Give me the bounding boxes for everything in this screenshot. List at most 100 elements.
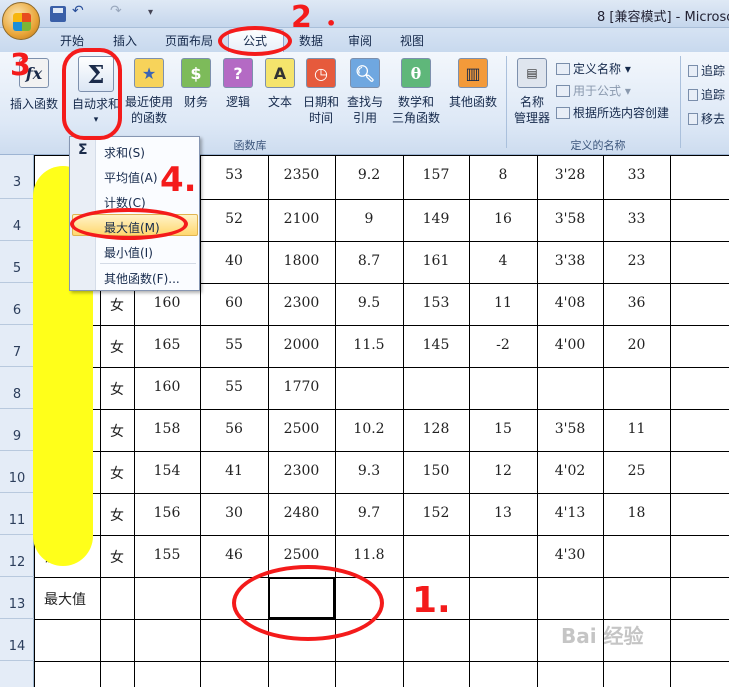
table-cell[interactable]: 20 bbox=[603, 337, 670, 353]
save-icon[interactable] bbox=[50, 6, 66, 22]
menu-item-more-functions[interactable]: 其他函数(F)... bbox=[104, 270, 180, 287]
row-header[interactable]: 4 bbox=[0, 199, 34, 241]
tab-view[interactable]: 视图 bbox=[400, 32, 424, 49]
table-cell[interactable]: 女 bbox=[100, 547, 134, 567]
row-header[interactable]: 13 bbox=[0, 577, 34, 619]
table-cell[interactable]: 10.2 bbox=[335, 421, 403, 437]
table-cell[interactable]: 2350 bbox=[268, 167, 335, 183]
table-cell[interactable]: 12 bbox=[469, 463, 537, 479]
table-cell[interactable]: 153 bbox=[403, 295, 469, 311]
text-button[interactable]: A 文本 bbox=[262, 58, 298, 110]
table-cell[interactable]: 160 bbox=[134, 295, 200, 311]
table-cell[interactable]: 2000 bbox=[268, 337, 335, 353]
table-cell[interactable]: 23 bbox=[603, 253, 670, 269]
table-cell[interactable]: 9.5 bbox=[335, 295, 403, 311]
row-header[interactable]: 14 bbox=[0, 619, 34, 661]
table-cell[interactable]: 女 bbox=[100, 463, 134, 483]
tab-page-layout[interactable]: 页面布局 bbox=[165, 32, 213, 49]
table-cell[interactable]: 8.7 bbox=[335, 253, 403, 269]
math-button[interactable]: θ 数学和 三角函数 bbox=[388, 58, 444, 126]
row-header[interactable]: 5 bbox=[0, 241, 34, 283]
table-cell[interactable]: 11 bbox=[469, 295, 537, 311]
row-header[interactable]: 10 bbox=[0, 451, 34, 493]
table-cell[interactable]: 女 bbox=[100, 421, 134, 441]
table-cell[interactable]: 156 bbox=[134, 505, 200, 521]
table-cell[interactable]: 4'30 bbox=[537, 547, 603, 563]
trace-dependents-button[interactable]: 追踪 bbox=[688, 86, 725, 103]
table-cell[interactable]: 60 bbox=[200, 295, 268, 311]
define-name-button[interactable]: 定义名称 ▾ bbox=[556, 60, 631, 77]
table-cell[interactable]: -2 bbox=[469, 337, 537, 353]
trace-precedents-button[interactable]: 追踪 bbox=[688, 62, 725, 79]
table-cell[interactable]: 53 bbox=[200, 167, 268, 183]
lookup-button[interactable]: 🔍︎ 查找与 引用 bbox=[343, 58, 387, 126]
row-header[interactable]: 6 bbox=[0, 283, 34, 325]
table-cell[interactable]: 3'28 bbox=[537, 167, 603, 183]
tab-home[interactable]: 开始 bbox=[60, 32, 84, 49]
table-cell[interactable]: 8 bbox=[469, 167, 537, 183]
table-cell[interactable]: 最大值 bbox=[34, 589, 100, 609]
table-cell[interactable]: 158 bbox=[134, 421, 200, 437]
table-cell[interactable]: 女 bbox=[100, 505, 134, 525]
table-cell[interactable]: 3'38 bbox=[537, 253, 603, 269]
redo-icon[interactable]: ↷ bbox=[110, 3, 126, 19]
table-cell[interactable]: 33 bbox=[603, 211, 670, 227]
menu-item-average[interactable]: 平均值(A) bbox=[104, 169, 158, 186]
table-cell[interactable]: 149 bbox=[403, 211, 469, 227]
row-header[interactable]: 11 bbox=[0, 493, 34, 535]
row-header[interactable]: 3 bbox=[0, 155, 34, 199]
table-cell[interactable]: 33 bbox=[603, 167, 670, 183]
remove-arrows-button[interactable]: 移去 bbox=[688, 110, 725, 127]
table-cell[interactable]: 145 bbox=[403, 337, 469, 353]
office-button[interactable] bbox=[2, 2, 40, 40]
table-cell[interactable]: 2300 bbox=[268, 295, 335, 311]
table-cell[interactable]: 1800 bbox=[268, 253, 335, 269]
table-cell[interactable]: 4'08 bbox=[537, 295, 603, 311]
table-cell[interactable]: 女 bbox=[100, 337, 134, 357]
row-header[interactable]: 7 bbox=[0, 325, 34, 367]
table-cell[interactable]: 4 bbox=[469, 253, 537, 269]
table-cell[interactable]: 161 bbox=[403, 253, 469, 269]
table-cell[interactable]: 11.8 bbox=[335, 547, 403, 563]
table-cell[interactable]: 2500 bbox=[268, 421, 335, 437]
table-cell[interactable]: 2300 bbox=[268, 463, 335, 479]
table-cell[interactable]: 56 bbox=[200, 421, 268, 437]
table-cell[interactable]: 18 bbox=[603, 505, 670, 521]
row-header[interactable]: 12 bbox=[0, 535, 34, 577]
table-cell[interactable]: 155 bbox=[134, 547, 200, 563]
table-cell[interactable]: 41 bbox=[200, 463, 268, 479]
table-cell[interactable]: 46 bbox=[200, 547, 268, 563]
tab-review[interactable]: 审阅 bbox=[348, 32, 372, 49]
table-cell[interactable]: 女 bbox=[100, 295, 134, 315]
table-cell[interactable]: 4'02 bbox=[537, 463, 603, 479]
table-cell[interactable]: 4'00 bbox=[537, 337, 603, 353]
table-cell[interactable]: 152 bbox=[403, 505, 469, 521]
table-cell[interactable]: 154 bbox=[134, 463, 200, 479]
table-cell[interactable]: 3'58 bbox=[537, 211, 603, 227]
more-functions-button[interactable]: ▥ 其他函数 bbox=[446, 58, 500, 110]
table-cell[interactable]: 25 bbox=[603, 463, 670, 479]
table-cell[interactable]: 36 bbox=[603, 295, 670, 311]
table-cell[interactable]: 9.2 bbox=[335, 167, 403, 183]
recent-functions-button[interactable]: ★ 最近使用 的函数 bbox=[124, 58, 174, 126]
logic-button[interactable]: ? 逻辑 bbox=[220, 58, 256, 110]
menu-item-sum[interactable]: 求和(S) bbox=[104, 144, 145, 161]
table-cell[interactable]: 9.7 bbox=[335, 505, 403, 521]
table-cell[interactable]: 55 bbox=[200, 337, 268, 353]
menu-item-min[interactable]: 最小值(I) bbox=[104, 244, 153, 261]
table-cell[interactable]: 16 bbox=[469, 211, 537, 227]
table-cell[interactable]: 157 bbox=[403, 167, 469, 183]
table-cell[interactable]: 11 bbox=[603, 421, 670, 437]
table-cell[interactable]: 13 bbox=[469, 505, 537, 521]
undo-icon[interactable]: ↶ bbox=[72, 3, 88, 19]
table-cell[interactable]: 40 bbox=[200, 253, 268, 269]
table-cell[interactable]: 30 bbox=[200, 505, 268, 521]
name-manager-button[interactable]: ▤ 名称 管理器 bbox=[510, 58, 554, 126]
table-cell[interactable]: 150 bbox=[403, 463, 469, 479]
create-from-selection-button[interactable]: 根据所选内容创建 bbox=[556, 104, 669, 121]
table-cell[interactable]: 128 bbox=[403, 421, 469, 437]
table-cell[interactable]: 9.3 bbox=[335, 463, 403, 479]
table-cell[interactable]: 2500 bbox=[268, 547, 335, 563]
table-cell[interactable]: 3'58 bbox=[537, 421, 603, 437]
table-cell[interactable]: 11.5 bbox=[335, 337, 403, 353]
